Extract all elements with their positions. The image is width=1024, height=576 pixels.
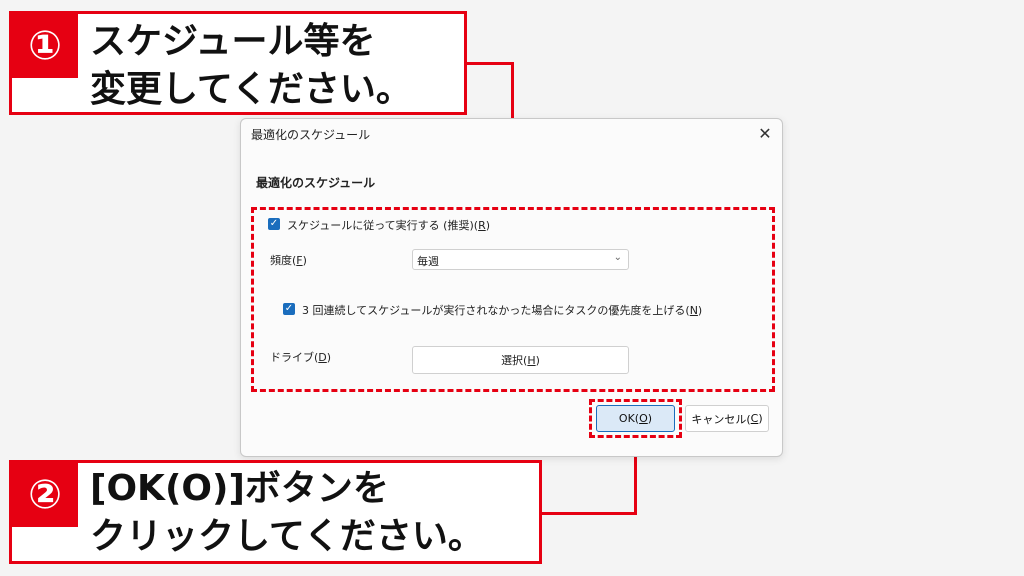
instruction-callout-2: ② [OK(O)]ボタンを クリックしてください。 (9, 460, 542, 564)
dialog-title: 最適化のスケジュール (251, 128, 371, 142)
cancel-button[interactable]: キャンセル(C) (685, 405, 769, 432)
instruction-2-line-1: [OK(O)]ボタンを (90, 468, 389, 509)
instruction-callout-1: ① スケジュール等を 変更してください。 (9, 11, 467, 115)
close-button[interactable]: ✕ (751, 121, 779, 145)
close-icon: ✕ (758, 123, 772, 143)
instruction-1-line-2: 変更してください。 (90, 69, 412, 110)
instruction-2-line-2: クリックしてください。 (90, 516, 484, 557)
connector-line-1 (467, 62, 514, 65)
settings-highlight-box (251, 207, 775, 392)
ok-button-highlight-box (589, 399, 682, 438)
connector-line-2 (542, 512, 637, 515)
schedule-dialog: 最適化のスケジュール ✕ 最適化のスケジュール ✓ スケジュールに従って実行する… (240, 118, 783, 457)
step-number-1: ① (12, 14, 78, 78)
dialog-heading: 最適化のスケジュール (256, 176, 376, 190)
instruction-1-line-1: スケジュール等を (90, 21, 376, 62)
step-number-2: ② (12, 463, 78, 527)
